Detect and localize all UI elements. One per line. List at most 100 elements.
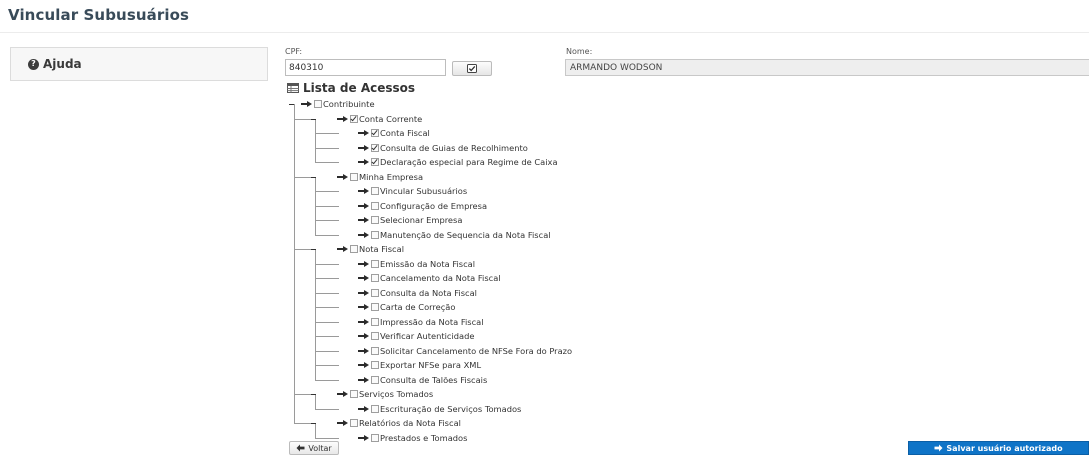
tree-node-checkbox[interactable] [371, 274, 379, 282]
hand-pointer-icon [358, 231, 369, 238]
tree-node-consulta-da-nota-fiscal[interactable]: Consulta da Nota Fiscal [357, 286, 477, 300]
tree-node-checkbox[interactable] [371, 216, 379, 224]
tree-node-prestados-e-tomados[interactable]: Prestados e Tomados [357, 431, 467, 445]
collapse-toggle-icon[interactable] [289, 104, 294, 105]
tree-connector [294, 104, 295, 423]
hand-pointer-icon [337, 115, 348, 122]
tree-node-label: Consulta de Guias de Recolhimento [380, 142, 528, 153]
collapse-toggle-icon[interactable] [311, 394, 316, 395]
tree-connector [315, 365, 339, 366]
tree-node-checkbox[interactable] [371, 433, 379, 442]
collapse-toggle-icon[interactable] [311, 118, 316, 120]
tree-connector [315, 234, 339, 236]
verify-cpf-button[interactable] [452, 61, 492, 76]
tree-node-label: Serviços Tomados [359, 389, 434, 399]
tree-connector [315, 118, 316, 162]
tree-node-checkbox[interactable] [371, 317, 379, 326]
tree-node-contribuinte[interactable]: Contribuinte [289, 97, 375, 111]
tree-node-checkbox[interactable] [371, 259, 379, 268]
tree-node-vincular-subusuarios[interactable]: Vincular Subusuários [357, 184, 467, 198]
tree-connector [315, 278, 339, 279]
tree-node-label: Consulta de Talões Fiscais [380, 374, 488, 385]
tree-node-checkbox[interactable] [371, 361, 379, 369]
arrow-left-icon [296, 444, 305, 452]
tree-node-checkbox[interactable] [371, 129, 379, 137]
hand-pointer-icon [337, 173, 348, 180]
tree-node-checkbox[interactable] [371, 158, 379, 166]
tree-node-checkbox[interactable] [371, 404, 379, 413]
tree-node-escrituracao-de-servicos-tomados[interactable]: Escrituração de Serviços Tomados [357, 402, 521, 416]
tree-node-selecionar-empresa[interactable]: Selecionar Empresa [357, 213, 462, 227]
tree-node-consulta-de-guias-de-recolhimento[interactable]: Consulta de Guias de Recolhimento [357, 141, 528, 155]
hand-pointer-icon [337, 391, 348, 397]
tree-node-exportar-nfse-para-xml[interactable]: Exportar NFSe para XML [357, 358, 481, 372]
tree-node-checkbox[interactable] [350, 172, 358, 181]
tree-connector [315, 408, 339, 410]
tree-node-cancelamento-da-nota-fiscal[interactable]: Cancelamento da Nota Fiscal [357, 271, 501, 285]
hand-pointer-icon [358, 347, 369, 354]
title-divider [0, 32, 1089, 33]
tree-node-checkbox[interactable] [314, 100, 322, 108]
tree-node-relatorios-da-nota-fiscal[interactable]: Relatórios da Nota Fiscal [311, 416, 461, 430]
tree-node-label: Conta Corrente [359, 113, 423, 124]
collapse-toggle-icon[interactable] [311, 423, 316, 424]
tree-node-checkbox[interactable] [350, 419, 358, 427]
help-panel[interactable]: ? Ajuda [10, 47, 268, 81]
nome-field[interactable] [565, 59, 1089, 76]
tree-connector [315, 205, 339, 207]
tree-node-consulta-de-taloes-fiscais[interactable]: Consulta de Talões Fiscais [357, 373, 487, 387]
tree-node-conta-fiscal[interactable]: Conta Fiscal [357, 126, 430, 140]
help-label: Ajuda [43, 57, 82, 71]
hand-pointer-icon [337, 246, 348, 252]
tree-node-checkbox[interactable] [350, 390, 358, 398]
tree-node-conta-corrente[interactable]: Conta Corrente [311, 112, 423, 126]
tree-node-solicitar-cancelamento-de-nfse-fora-do-prazo[interactable]: Solicitar Cancelamento de NFSe Fora do P… [357, 344, 572, 358]
nome-label: Nome: [566, 47, 593, 56]
tree-node-checkbox[interactable] [371, 346, 379, 355]
hand-pointer-icon [358, 376, 369, 383]
tree-connector [315, 321, 339, 323]
tree-connector [315, 423, 316, 438]
tree-node-checkbox[interactable] [371, 303, 379, 311]
tree-node-nota-fiscal[interactable]: Nota Fiscal [311, 242, 404, 256]
tree-node-declaracao-especial-para-regime-de-caixa[interactable]: Declaração especial para Regime de Caixa [357, 155, 558, 169]
tree-node-checkbox[interactable] [371, 143, 379, 152]
tree-node-checkbox[interactable] [371, 332, 379, 340]
save-authorized-user-button[interactable]: Salvar usuário autorizado [908, 441, 1089, 455]
tree-node-label: Solicitar Cancelamento de NFSe Fora do P… [380, 345, 573, 356]
tree-connector [315, 147, 339, 149]
tree-node-label: Conta Fiscal [380, 128, 430, 138]
hand-pointer-icon [358, 159, 369, 165]
tree-node-configuracao-de-empresa[interactable]: Configuração de Empresa [357, 199, 487, 213]
tree-node-label: Consulta da Nota Fiscal [380, 287, 477, 298]
tree-node-label: Verificar Autenticidade [380, 331, 475, 341]
tree-connector [315, 292, 339, 294]
collapse-toggle-icon[interactable] [311, 249, 316, 250]
tree-node-checkbox[interactable] [350, 114, 358, 123]
cpf-input[interactable] [285, 59, 446, 76]
tree-node-emissao-da-nota-fiscal[interactable]: Emissão da Nota Fiscal [357, 257, 475, 271]
tree-node-impressao-da-nota-fiscal[interactable]: Impressão da Nota Fiscal [357, 315, 484, 329]
back-button[interactable]: Voltar [289, 441, 339, 455]
hand-pointer-icon [358, 275, 369, 281]
tree-node-checkbox[interactable] [371, 230, 379, 239]
tree-node-label: Manutenção de Sequencia da Nota Fiscal [380, 229, 551, 240]
tree-node-checkbox[interactable] [350, 245, 358, 253]
tree-node-label: Carta de Correção [380, 302, 456, 312]
tree-node-checkbox[interactable] [371, 201, 379, 210]
tree-node-label: Prestados e Tomados [380, 432, 468, 443]
tree-node-carta-de-correcao[interactable]: Carta de Correção [357, 300, 455, 314]
tree-node-minha-empresa[interactable]: Minha Empresa [311, 170, 423, 184]
tree-connector [315, 263, 339, 265]
tree-node-checkbox[interactable] [371, 187, 379, 195]
collapse-toggle-icon[interactable] [311, 176, 316, 178]
tree-node-manutencao-de-sequencia-da-nota-fiscal[interactable]: Manutenção de Sequencia da Nota Fiscal [357, 228, 551, 242]
tree-node-checkbox[interactable] [371, 288, 379, 297]
hand-pointer-icon [358, 318, 369, 325]
tree-node-label: Vincular Subusuários [380, 186, 468, 196]
tree-node-checkbox[interactable] [371, 375, 379, 384]
tree-node-label: Declaração especial para Regime de Caixa [380, 157, 558, 167]
tree-node-verificar-autenticidade[interactable]: Verificar Autenticidade [357, 329, 474, 343]
tree-node-servicos-tomados[interactable]: Serviços Tomados [311, 387, 434, 401]
tree-connector [315, 191, 339, 192]
